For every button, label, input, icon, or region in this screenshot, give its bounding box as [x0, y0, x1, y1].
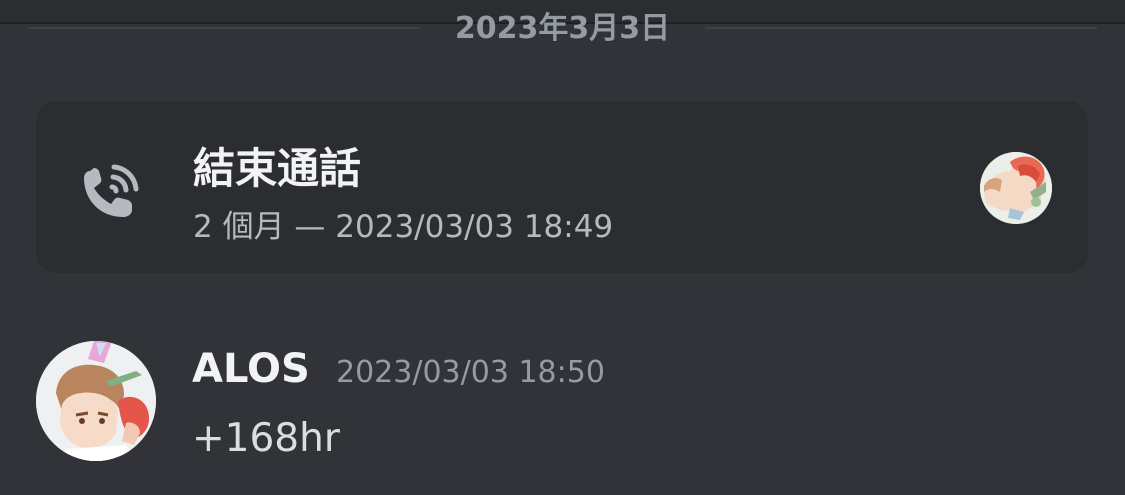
- date-divider-text: 2023年3月3日: [454, 11, 671, 46]
- message-author-avatar[interactable]: [36, 341, 156, 461]
- call-participant-avatar[interactable]: [980, 152, 1052, 224]
- message-content: +168hr: [192, 416, 340, 461]
- avatar-image: [980, 152, 1052, 224]
- date-divider: 2023年3月3日: [28, 6, 1097, 50]
- phone-call-icon: [84, 164, 139, 217]
- divider-line-right: [705, 27, 1097, 29]
- message-author-name[interactable]: ALOS: [192, 346, 310, 392]
- call-duration-timestamp: 2 個月 — 2023/03/03 18:49: [193, 209, 614, 245]
- call-status-title: 結束通話: [193, 144, 362, 193]
- message-timestamp: 2023/03/03 18:50: [336, 355, 605, 390]
- chat-screen: 2023年3月3日 結束通話 2 個月 — 2023/03/03 18:49 A…: [0, 0, 1125, 495]
- call-ended-card[interactable]: 結束通話 2 個月 — 2023/03/03 18:49: [36, 101, 1088, 273]
- avatar-image: [36, 341, 156, 461]
